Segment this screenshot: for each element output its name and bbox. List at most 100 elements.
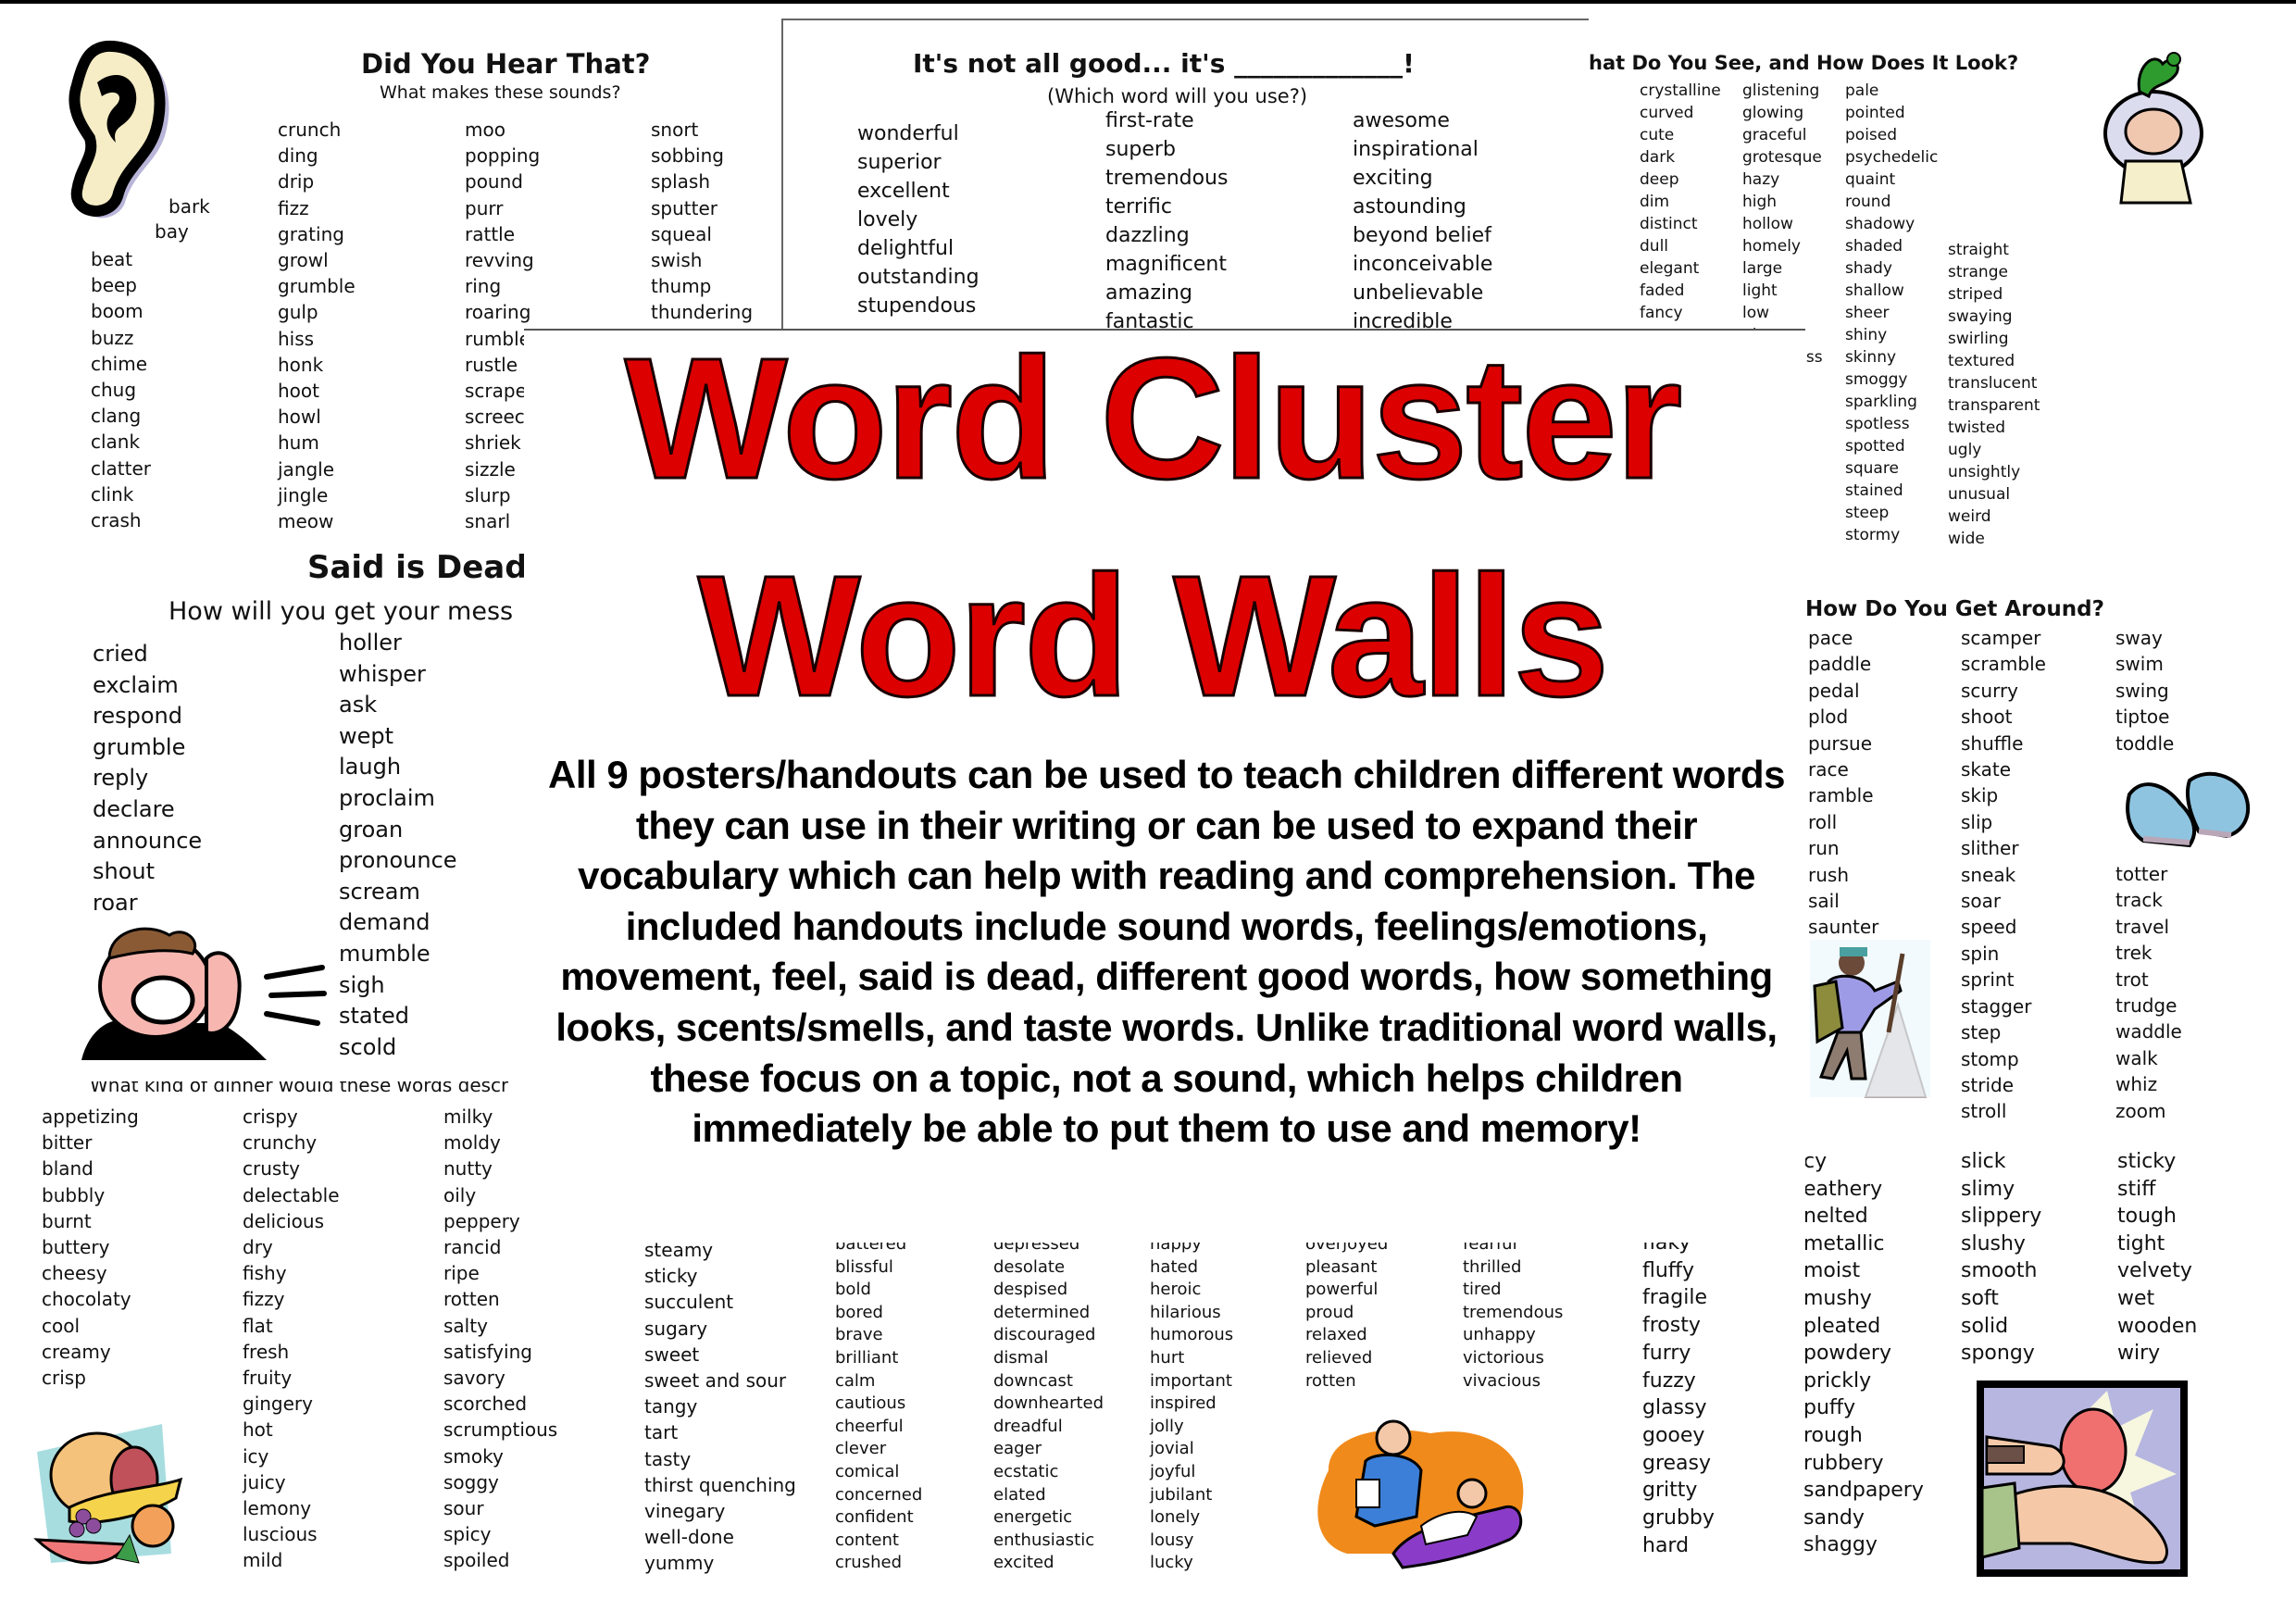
word: wept (339, 722, 394, 749)
word: announce (93, 827, 203, 854)
word: tart (644, 1421, 679, 1444)
word: cute (1640, 126, 1675, 144)
word: spongy (1961, 1342, 2035, 1366)
word: ding (278, 144, 318, 168)
word: bold (835, 1280, 871, 1300)
word: exciting (1353, 167, 1433, 190)
word: hum (278, 431, 319, 455)
word: boom (91, 300, 144, 323)
word: shout (93, 858, 156, 885)
word: brave (835, 1325, 883, 1345)
word: hot (243, 1418, 273, 1442)
word: delectable (243, 1183, 340, 1206)
ear-icon (69, 40, 169, 219)
word: swirling (1948, 330, 2009, 348)
movement-words-handout: How Do You Get Around? pace paddle pedal… (1805, 583, 2296, 1130)
word: humorous (1150, 1325, 1234, 1345)
word: scorched (443, 1393, 528, 1416)
word: ring (465, 275, 502, 298)
word: bland (42, 1157, 94, 1181)
feelings-words-handout: battered blissful bold bored brave brill… (815, 1239, 1629, 1624)
look-column-4: straight strange striped swaying swirlin… (1948, 239, 2040, 550)
word: run (1808, 837, 1840, 860)
word: graceful (1742, 126, 1807, 144)
good-column-1: wonderful superior excellent lovely deli… (857, 119, 980, 320)
sneakers-icon (2126, 771, 2251, 848)
word: sticky (644, 1265, 698, 1288)
word: stiff (2117, 1177, 2156, 1201)
therapist-couch-icon (1317, 1419, 1524, 1569)
word: roar (93, 889, 138, 916)
taste-column-1: appetizing bitter bland bubbly burnt but… (42, 1104, 139, 1391)
word: sail (1808, 890, 1840, 913)
word: fuzzy (1642, 1368, 1696, 1393)
word: pace (1808, 627, 1853, 649)
word: soggy (443, 1470, 499, 1493)
word: trek (2115, 942, 2152, 965)
word: straight (1948, 241, 2009, 259)
word: sheer (1845, 304, 1890, 322)
word: honk (278, 353, 324, 376)
word: dry (243, 1236, 273, 1259)
word: chocolaty (42, 1288, 131, 1311)
sound-column-1: beat beep boom buzz chime chug clang cla… (91, 246, 151, 533)
movement-heading: How Do You Get Around? (1805, 597, 2104, 621)
word: fluffy (1642, 1258, 1694, 1282)
word: pleated (1803, 1314, 1881, 1338)
word: inconceivable (1353, 253, 1493, 276)
word: wide (1948, 530, 1985, 548)
word: shadowy (1845, 215, 1915, 233)
word: exclaim (93, 671, 179, 698)
word: fishy (243, 1262, 287, 1285)
word: hiss (278, 327, 315, 350)
word: roll (1808, 810, 1838, 833)
word: first-rate (1105, 109, 1194, 132)
word: howl (278, 406, 321, 429)
word: dull (1640, 237, 1669, 256)
word: swim (2115, 653, 2164, 676)
word: sandy (1803, 1505, 1865, 1530)
word: hoot (278, 380, 319, 403)
astronaut-alien-icon (2103, 52, 2203, 205)
word: zoom (2115, 1099, 2166, 1122)
word: distinct (1640, 215, 1698, 233)
word: tangy (644, 1395, 698, 1418)
word: well-done (644, 1526, 734, 1549)
word: clink (91, 482, 134, 506)
word: rattle (465, 222, 516, 245)
word: glassy (1642, 1396, 1707, 1420)
word: swing (2115, 679, 2169, 702)
word: plod (1808, 706, 1849, 729)
word: ask (339, 692, 378, 718)
word: superb (1105, 138, 1176, 161)
look-column-1: crystalline curved cute dark deep dim di… (1640, 80, 1721, 324)
word: dark (1640, 148, 1676, 167)
word: wonderful (857, 122, 959, 145)
word: tremendous (1463, 1302, 1564, 1322)
word: shuffle (1961, 731, 2024, 755)
word: paddle (1808, 653, 1872, 676)
ear-word: bark (168, 195, 210, 218)
hiker-icon (1810, 940, 1930, 1098)
word: rotten (443, 1288, 500, 1311)
word: succulent (644, 1291, 734, 1314)
word: homely (1742, 237, 1801, 256)
word: slippery (1961, 1205, 2042, 1229)
word: hilarious (1150, 1302, 1221, 1322)
word: curved (1640, 104, 1694, 122)
word: whisper (339, 660, 426, 687)
word: sugary (644, 1317, 708, 1340)
word: hollow (1742, 215, 1793, 233)
good-column-2: first-rate superb tremendous terrific da… (1105, 106, 1228, 336)
word: slick (1961, 1150, 2006, 1173)
word: determined (993, 1302, 1091, 1322)
word: dreadful (993, 1416, 1063, 1436)
word: large (1742, 259, 1783, 278)
word: inspirational (1353, 138, 1479, 161)
feelings-column-4: overjoyed pleasant powerful proud relaxe… (1305, 1239, 1388, 1393)
word: revving (465, 249, 534, 272)
word: superior (857, 151, 942, 174)
word: amazing (1105, 281, 1192, 305)
word: tremendous (1105, 167, 1229, 190)
word: inspired (1150, 1393, 1217, 1414)
